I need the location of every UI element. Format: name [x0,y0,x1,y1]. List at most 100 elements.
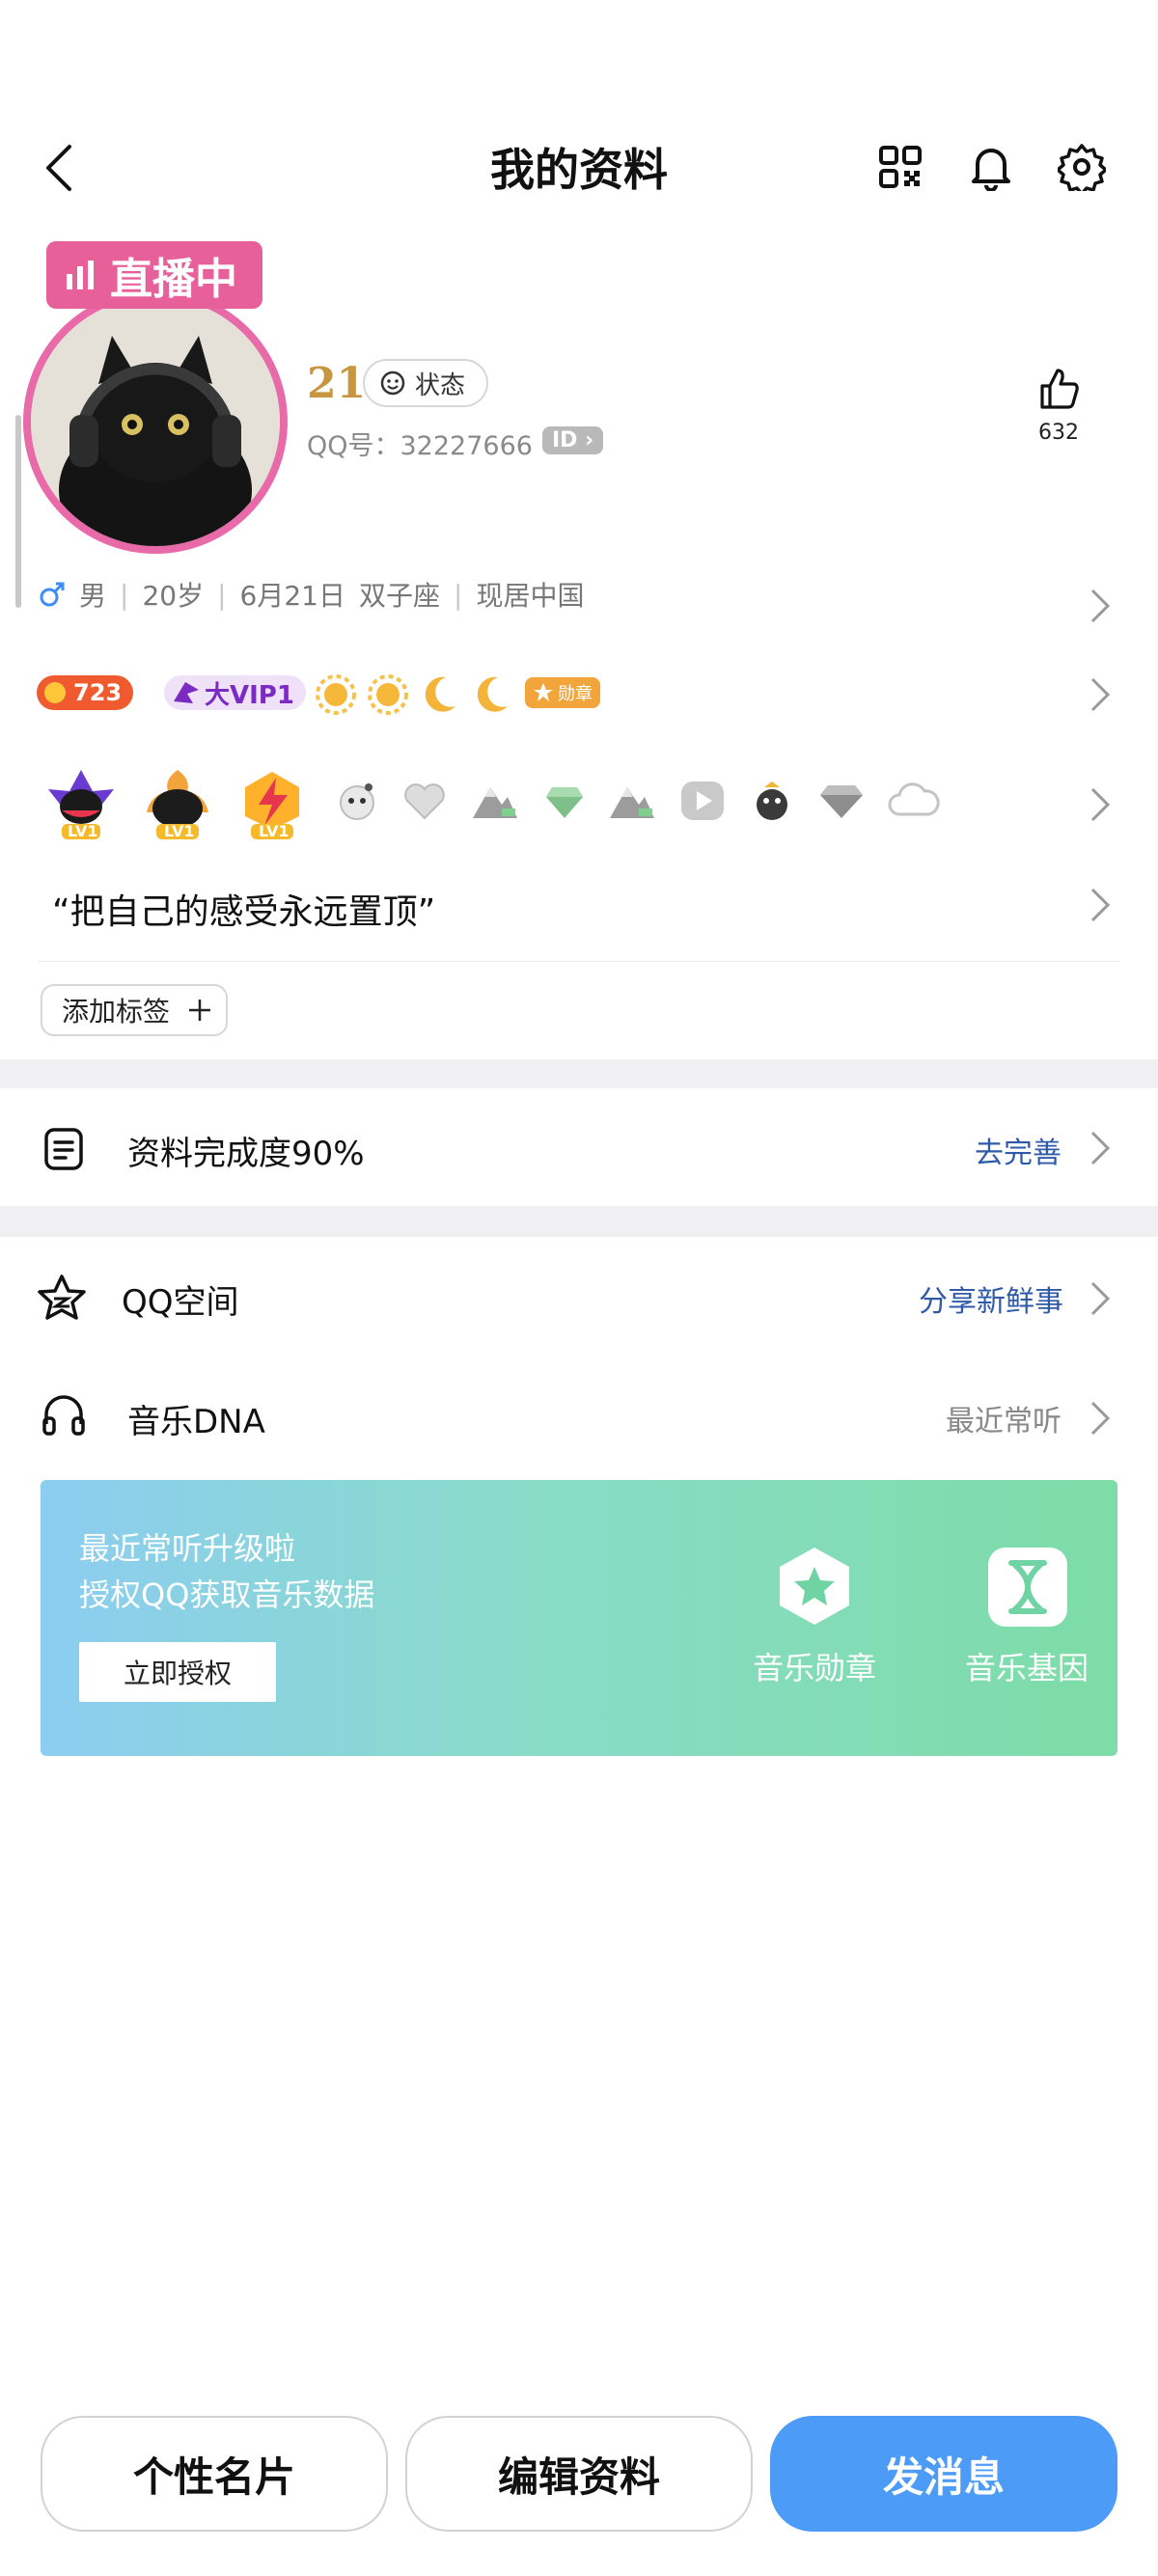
penguin-icon [757,781,787,820]
medal-label: 勋章 [558,684,593,704]
profile-card-button[interactable]: 个性名片 [41,2416,388,2532]
sun-level-icon [44,682,66,703]
music-dna-row[interactable]: 音乐DNA 最近常听 [0,1368,1158,1468]
diamond-green-icon [546,787,583,818]
level-badge[interactable]: 723 [37,675,134,710]
emoji-face-icon [340,783,374,820]
scroll-indicator [15,415,21,608]
separator: | [120,578,129,611]
settings-button[interactable] [1058,143,1106,191]
info-row-chevron[interactable] [1087,587,1114,625]
divider [39,961,1119,962]
qq-lv1-icon: LV1 [42,768,120,843]
signal-bars-icon [67,260,94,289]
diamond-icon [820,785,863,818]
qq-number: QQ号：32227666 [307,431,533,461]
authorize-button[interactable]: 立即授权 [79,1642,276,1702]
qr-code-icon [879,146,922,188]
document-icon [44,1128,83,1170]
mountain-icon [473,787,517,818]
dna-icon [988,1548,1067,1627]
gear-icon [1058,144,1106,191]
section-gap [0,1059,1158,1088]
separator: | [217,578,227,611]
chevron-right-icon [1090,787,1111,822]
notification-button[interactable] [970,143,1012,191]
heart-icon [404,783,445,820]
section-gap [0,1206,1158,1237]
location: 现居中国 [476,580,585,612]
music-dna-label: 音乐DNA [127,1403,265,1441]
qq-lv1-flash-icon: LV1 [235,768,309,843]
music-gene-label: 音乐基因 [964,1650,1089,1686]
qr-code-button[interactable] [878,145,923,189]
qzone-action[interactable]: 分享新鲜事 [919,1277,1063,1320]
qzone-label: QQ空间 [122,1283,239,1322]
live-badge-label: 直播中 [110,255,237,304]
signature[interactable]: “把自己的感受永远置顶” [52,884,435,934]
qzone-star-icon [38,1274,86,1320]
moon-icon [425,676,455,712]
icon-row-chevron[interactable] [1087,785,1114,824]
add-tag-button[interactable]: 添加标签 [41,984,229,1036]
moon-icon [477,676,508,712]
music-dna-action[interactable]: 最近常听 [946,1397,1062,1439]
headphones-icon [42,1395,85,1436]
like-count: 632 [1038,421,1079,445]
lv1-label: LV1 [259,822,290,840]
vip-badge[interactable]: 大VIP1 [164,675,306,710]
lv1-label: LV1 [68,822,98,840]
live-badge[interactable]: 直播中 [46,241,262,309]
chevron-right-icon [1090,677,1111,712]
sun-icon [368,674,408,715]
male-icon [40,582,65,607]
gender: 男 [79,580,107,612]
birthday: 6月21日 [239,580,345,612]
avatar[interactable] [23,289,288,554]
status-button[interactable]: 状态 [363,359,489,407]
medal-badge[interactable]: 勋章 [525,677,600,708]
completion-row[interactable]: 资料完成度90% 去完善 [0,1088,1158,1206]
cloud-icon [888,782,940,816]
mountain-green-icon [610,787,654,818]
badge-row-chevron[interactable] [1087,675,1114,714]
music-auth-card: 最近常听升级啦 授权QQ获取音乐数据 立即授权 音乐勋章 音乐基因 [41,1480,1117,1756]
basic-info-row[interactable]: 男 | 20岁 | 6月21日 双子座 | 现居中国 [39,575,584,614]
separator: | [454,578,463,611]
sun-icon [316,674,356,715]
like-button[interactable] [1036,367,1081,411]
music-medal-button[interactable]: 音乐勋章 [706,1546,901,1688]
music-gene-button[interactable]: 音乐基因 [924,1546,1114,1688]
chevron-right-icon [1090,1401,1111,1436]
music-card-line1: 最近常听升级啦 [79,1530,296,1567]
chevron-right-icon [1090,589,1111,623]
level-value: 723 [73,679,123,706]
music-medal-icon [780,1548,849,1625]
zodiac: 双子座 [358,580,440,612]
star-medal-icon [534,683,553,701]
vip-label: 大VIP1 [205,680,294,710]
status-label: 状态 [415,370,466,400]
completion-label: 资料完成度90% [127,1135,365,1173]
completion-action[interactable]: 去完善 [975,1129,1062,1171]
music-medal-label: 音乐勋章 [752,1650,876,1686]
chevron-right-icon [1090,888,1111,922]
play-icon [681,781,724,820]
add-tag-label: 添加标签 [62,996,171,1028]
cat-avatar-image [31,297,280,546]
qq-lv1-black-icon: LV1 [141,768,214,843]
qzone-row[interactable]: QQ空间 分享新鲜事 [0,1245,1158,1351]
thumbs-up-icon [1040,369,1079,409]
id-badge[interactable]: ID › [542,426,604,454]
age: 20岁 [142,580,205,612]
edit-profile-button[interactable]: 编辑资料 [405,2416,753,2532]
status-smile-icon [380,370,405,396]
nickname: 21 [307,359,367,408]
id-badge-label: ID [552,428,578,452]
signature-chevron[interactable] [1087,886,1114,924]
plus-icon [189,1000,211,1021]
vip-wing-icon [174,682,199,703]
send-message-button[interactable]: 发消息 [770,2416,1117,2532]
chevron-right-icon [1090,1281,1111,1316]
music-card-line2: 授权QQ获取音乐数据 [79,1576,375,1613]
